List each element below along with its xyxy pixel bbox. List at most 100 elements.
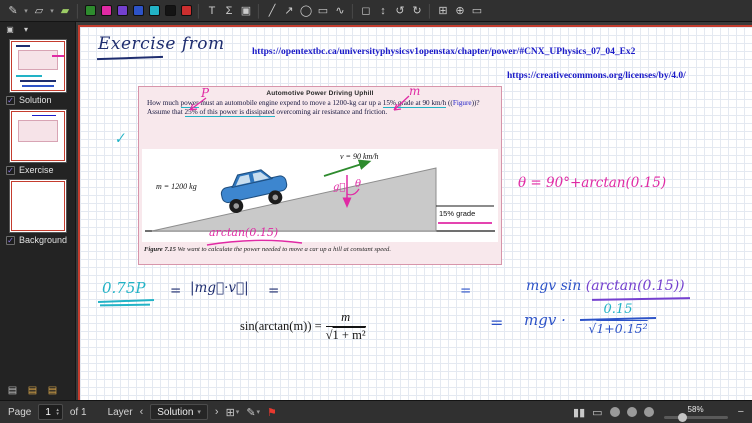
shape-rectangle-icon[interactable]: ▭: [315, 2, 331, 19]
pair-pages-button[interactable]: ▮▮: [573, 406, 585, 419]
grid-icon: ⊞: [226, 406, 235, 419]
layer-row-background[interactable]: ✓ Background: [0, 233, 73, 247]
zoom-fit-button[interactable]: [610, 407, 620, 417]
sidebar-panel-icon[interactable]: ▣: [4, 24, 16, 35]
layer-thumbnail-solution[interactable]: [9, 39, 67, 93]
layer-visibility-checkbox[interactable]: ✓: [6, 96, 15, 105]
problem-text-segment: How much: [147, 99, 181, 107]
figure-caption-number: Figure 7.15: [144, 246, 176, 253]
vertical-space-tool-icon[interactable]: ↕: [375, 2, 391, 19]
sidebar-tabs: ▤ ▤ ▤: [6, 384, 59, 397]
pen-settings-button[interactable]: ✎ ▾: [246, 406, 260, 419]
redo-icon[interactable]: ↻: [409, 2, 425, 19]
eraser-tool-icon[interactable]: ▱: [31, 2, 47, 19]
problem-text-segment: ((: [446, 99, 453, 107]
chevron-down-icon: ▾: [257, 408, 261, 416]
layer-name-label: Background: [19, 235, 67, 245]
color-cyan-swatch[interactable]: [149, 5, 160, 16]
equals-sign: =: [170, 283, 181, 299]
sine-term-argument: (arctan(0.15)): [586, 278, 685, 294]
fullscreen-button[interactable]: [644, 407, 654, 417]
pen-tool-icon[interactable]: ✎: [5, 2, 21, 19]
zoom-slider-knob[interactable]: [678, 413, 687, 422]
zoom-percent-label: 58%: [688, 406, 704, 414]
thumbnail-page: [11, 111, 65, 161]
shape-line-icon[interactable]: ╱: [264, 2, 280, 19]
layer-visibility-checkbox[interactable]: ✓: [6, 166, 15, 175]
layer-label: Layer: [108, 407, 133, 418]
page-number-spinner[interactable]: 1 ▴ ▾: [38, 404, 63, 420]
previous-layer-button[interactable]: ‹: [140, 406, 144, 418]
spinner-arrows-icon[interactable]: ▴ ▾: [56, 408, 59, 416]
rotation-snap-icon[interactable]: ⊕: [452, 2, 468, 19]
figure-illustration: m = 1200 kg v = 90 km/h g⃗ θ 15% grade: [142, 149, 498, 242]
typeset-denominator: √1 + m²: [326, 328, 366, 343]
radicand: 1+0.15²: [596, 321, 647, 336]
image-tool-icon[interactable]: ▣: [238, 2, 254, 19]
note-page[interactable]: Exercise from https://opentextbc.ca/univ…: [78, 25, 752, 400]
toolbar-separator: │: [74, 2, 82, 19]
layer-row-solution[interactable]: ✓ Solution: [0, 93, 58, 107]
select-rectangle-icon[interactable]: ◻: [358, 2, 374, 19]
chevron-down-icon: ▾: [236, 408, 240, 416]
color-green-swatch[interactable]: [85, 5, 96, 16]
theta-angle-label: θ: [355, 179, 361, 190]
flag-icon[interactable]: ⚑: [267, 406, 277, 419]
app-window: ✎▾▱▾▰││TΣ▣│╱↗◯▭∿│◻↕↺↻│⊞⊕▭ ▣ ▾: [0, 0, 752, 423]
toolbar-separator: │: [349, 2, 357, 19]
math-tex-tool-icon[interactable]: Σ: [221, 2, 237, 19]
layer-block-exercise: ✓ Exercise: [0, 107, 75, 177]
zoom-slider[interactable]: 58%: [661, 406, 731, 419]
page-number-value: 1: [45, 407, 53, 418]
layer-row-exercise[interactable]: ✓ Exercise: [0, 163, 60, 177]
source-url-link[interactable]: https://opentextbc.ca/universityphysicsv…: [252, 47, 635, 57]
equals-sign: =: [268, 283, 279, 299]
color-black-swatch[interactable]: [165, 5, 176, 16]
sidebar-dropdown-icon[interactable]: ▾: [20, 24, 32, 35]
equals-sign: =: [460, 283, 471, 299]
arctan-underline-stroke: [592, 297, 690, 301]
power-underline-stroke: [98, 299, 154, 303]
pen-options-dropdown-icon[interactable]: ▾: [22, 2, 30, 19]
page-preview-tab-icon[interactable]: ▤: [6, 384, 19, 397]
color-blue-swatch[interactable]: [133, 5, 144, 16]
layers-tab-icon[interactable]: ▤: [26, 384, 39, 397]
fraction-numerator-note: 0.15: [574, 302, 662, 317]
power-annotation-arrow: [183, 96, 209, 114]
undo-icon[interactable]: ↺: [392, 2, 408, 19]
color-purple-swatch[interactable]: [117, 5, 128, 16]
color-red-swatch[interactable]: [181, 5, 192, 16]
zoom-slider-track[interactable]: [664, 416, 728, 419]
highlighter-tool-icon[interactable]: ▰: [57, 2, 73, 19]
layer-thumbnail-background[interactable]: [9, 179, 67, 233]
layer-visibility-checkbox[interactable]: ✓: [6, 236, 15, 245]
next-layer-button[interactable]: ›: [215, 406, 219, 418]
text-tool-icon[interactable]: T: [204, 2, 220, 19]
grid-snap-icon[interactable]: ⊞: [435, 2, 451, 19]
page-label: Page: [8, 407, 31, 418]
zoom-original-button[interactable]: [627, 407, 637, 417]
layer-block-solution: ✓ Solution: [0, 37, 75, 107]
heading-underline-stroke: [97, 56, 163, 60]
shape-ellipse-icon[interactable]: ◯: [298, 2, 314, 19]
color-magenta-swatch[interactable]: [101, 5, 112, 16]
eraser-options-dropdown-icon[interactable]: ▾: [48, 2, 56, 19]
problem-text-segment: Figure: [453, 99, 472, 107]
grid-settings-button[interactable]: ⊞ ▾: [226, 406, 240, 419]
presentation-mode-button[interactable]: ▭: [592, 406, 602, 419]
problem-text-segment: overcoming air resistance and friction.: [275, 108, 388, 116]
layer-name-label: Exercise: [19, 165, 54, 175]
fullscreen-icon[interactable]: ▭: [469, 2, 485, 19]
attachments-tab-icon[interactable]: ▤: [46, 384, 59, 397]
shape-arrow-icon[interactable]: ↗: [281, 2, 297, 19]
power-fraction-note: 0.75P: [102, 279, 146, 297]
layer-select-dropdown[interactable]: Solution ▾: [150, 404, 208, 420]
shape-spline-icon[interactable]: ∿: [332, 2, 348, 19]
mass-annotation-arrow: [389, 94, 413, 114]
layer-thumbnail-exercise[interactable]: [9, 109, 67, 163]
zoom-out-button[interactable]: −: [738, 406, 744, 418]
spin-down-icon[interactable]: ▾: [56, 412, 59, 416]
fraction-denominator-note: √1+0.15²: [574, 321, 662, 336]
top-toolbar: ✎▾▱▾▰││TΣ▣│╱↗◯▭∿│◻↕↺↻│⊞⊕▭: [0, 0, 752, 22]
license-url-link[interactable]: https://creativecommons.org/licenses/by/…: [507, 71, 686, 81]
